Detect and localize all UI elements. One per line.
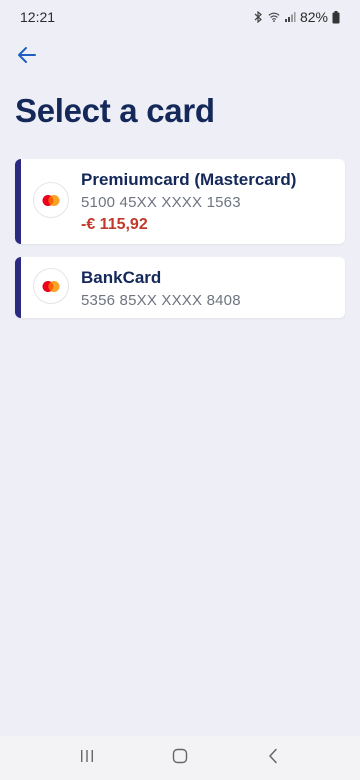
back-nav-button[interactable] <box>253 743 293 773</box>
card-name: BankCard <box>81 268 162 287</box>
home-icon <box>172 748 188 769</box>
status-bar: 12:21 82% <box>0 0 360 34</box>
card-list: Premiumcard (Mastercard) 5100 45XX XXXX … <box>15 159 345 331</box>
recent-apps-icon <box>79 749 95 768</box>
card-number: 5100 45XX XXXX 1563 <box>81 194 241 211</box>
card-balance: -€ 115,92 <box>81 216 148 233</box>
status-icons: 82% <box>252 9 340 25</box>
status-time: 12:21 <box>20 9 56 25</box>
card-item-bankcard[interactable]: BankCard 5356 85XX XXXX 8408 <box>15 257 345 318</box>
arrow-left-icon <box>17 46 37 69</box>
home-button[interactable] <box>160 743 200 773</box>
card-number: 5356 85XX XXXX 8408 <box>81 292 241 309</box>
card-item-premiumcard[interactable]: Premiumcard (Mastercard) 5100 45XX XXXX … <box>15 159 345 244</box>
back-nav-icon <box>267 748 279 769</box>
signal-icon <box>284 11 296 23</box>
card-name: Premiumcard (Mastercard) <box>81 170 297 189</box>
mastercard-icon <box>33 182 69 218</box>
page-title: Select a card <box>15 92 215 129</box>
back-button[interactable] <box>14 44 40 70</box>
recent-apps-button[interactable] <box>67 743 107 773</box>
battery-percent: 82% <box>299 9 328 25</box>
screen: 12:21 82% Select a card Premiumcard (Mas… <box>0 0 360 780</box>
wifi-icon <box>268 11 280 23</box>
battery-icon <box>332 10 340 24</box>
bluetooth-icon <box>252 11 264 23</box>
navigation-bar <box>0 736 360 780</box>
mastercard-icon <box>33 268 69 304</box>
